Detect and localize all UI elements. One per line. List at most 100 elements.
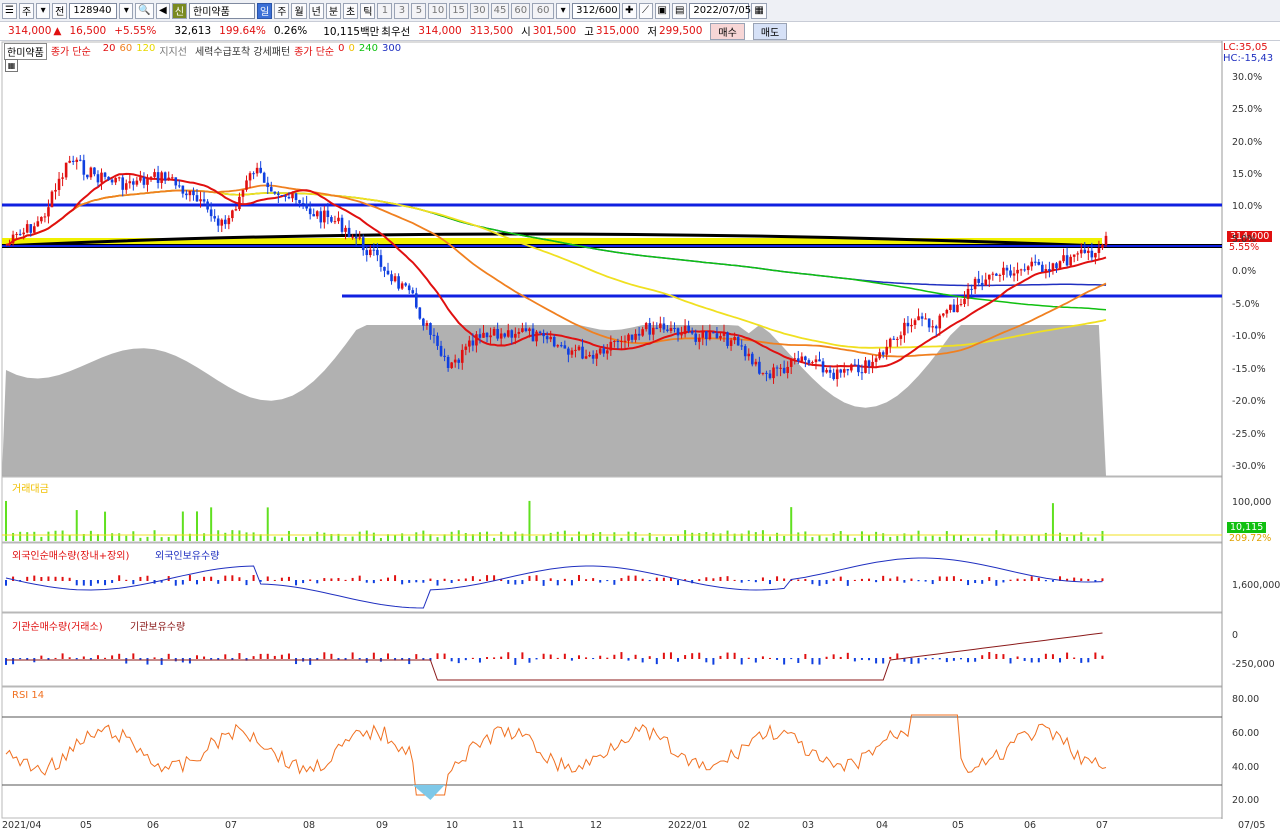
inst-bar [1030, 658, 1033, 663]
minute-30[interactable]: 30 [469, 2, 489, 19]
y-tick: 10.0% [1232, 201, 1263, 212]
candle [202, 199, 206, 202]
candle [29, 224, 33, 233]
line-tool-icon[interactable]: ⟋ [638, 2, 653, 19]
period-year[interactable]: 년 [308, 2, 324, 19]
foreign-bar [563, 578, 566, 581]
trade-amount: 10,115백만 [323, 25, 380, 38]
inst-bar [167, 653, 170, 659]
period-month[interactable]: 월 [291, 2, 307, 19]
candle [531, 328, 535, 342]
candle [1072, 254, 1076, 257]
volume-bar [89, 530, 92, 541]
table-icon[interactable]: ▦ [5, 59, 18, 72]
period-second[interactable]: 초 [343, 2, 359, 19]
period-week[interactable]: 주 [274, 2, 290, 19]
volume-bar [167, 537, 170, 541]
count-field[interactable]: 312/600 [572, 2, 621, 19]
candle [379, 255, 383, 267]
inst-bar [125, 658, 128, 664]
inst-bar [89, 658, 92, 660]
foreign-bar [585, 579, 588, 581]
minute-45[interactable]: 45 [490, 2, 510, 19]
minute-10[interactable]: 10 [428, 2, 448, 19]
market-select[interactable]: 주 [18, 2, 35, 19]
x-tick: 10 [446, 820, 459, 831]
stock-chart[interactable] [0, 41, 1280, 833]
candle [627, 334, 630, 341]
print-icon[interactable]: ▤ [671, 2, 688, 19]
foreign-bar [330, 578, 333, 581]
candle [284, 195, 287, 197]
calendar-icon[interactable]: ▦ [751, 2, 767, 19]
sound-icon[interactable]: ◀ [155, 2, 170, 19]
candle [54, 189, 57, 192]
foreign-bar [698, 579, 701, 581]
foreign-bar [917, 580, 920, 582]
chevron-down-icon[interactable]: ▾ [36, 2, 51, 19]
menu-icon[interactable]: ☰ [2, 2, 17, 19]
candle [291, 193, 294, 199]
candle [931, 326, 934, 328]
foreign-bar [846, 580, 849, 586]
legend-stock-name: 한미약품 [4, 43, 47, 60]
stock-name-field[interactable]: 한미약품 [189, 2, 256, 19]
volume-bar [839, 531, 842, 541]
candle [482, 332, 485, 338]
candle [924, 318, 927, 320]
legend-ma-label: 종가 단순 [50, 47, 91, 58]
period-minute[interactable]: 분 [325, 2, 342, 19]
foreign-bar [33, 575, 36, 581]
period-tick[interactable]: 틱 [360, 2, 376, 19]
candle [666, 329, 669, 331]
crosshair-icon[interactable]: ✚ [622, 2, 637, 19]
candle [1058, 261, 1062, 269]
foreign-bar [89, 580, 92, 586]
inst-bar [627, 658, 630, 661]
sell-button[interactable]: 매도 [752, 22, 788, 40]
volume-bar [280, 537, 283, 541]
candle [266, 182, 270, 188]
chevron-down-icon[interactable]: ▾ [119, 2, 134, 19]
minute-3[interactable]: 3 [394, 2, 410, 19]
inst-bar [358, 658, 361, 660]
foreign-bar [309, 579, 312, 581]
inst-bar [478, 658, 481, 663]
chevron-down-icon[interactable]: ▾ [556, 2, 571, 19]
volume-bar [1016, 536, 1019, 541]
volume-bar [585, 535, 588, 541]
candle [86, 174, 89, 178]
foreign-bar [68, 577, 71, 581]
volume-bar [287, 530, 290, 541]
candle [347, 227, 351, 238]
inst-bar [726, 652, 729, 659]
volume-bar [825, 537, 828, 541]
minute-1[interactable]: 1 [377, 2, 393, 19]
minute-15[interactable]: 15 [449, 2, 468, 19]
candle [871, 361, 874, 367]
code-input[interactable]: 128940 [69, 2, 118, 19]
scope-select[interactable]: 전 [52, 2, 68, 19]
volume-bar [776, 532, 779, 541]
ma240-line [5, 189, 1107, 311]
save-icon[interactable]: ▣ [654, 2, 670, 19]
foreign-bar [705, 577, 708, 581]
foreign-bar [662, 577, 665, 581]
volume-bar [1094, 537, 1097, 541]
foreign-bar [203, 576, 206, 581]
candle [499, 333, 503, 339]
inst-bar [457, 658, 460, 664]
buy-button[interactable]: 매수 [710, 22, 745, 40]
candle [223, 219, 227, 225]
minute-5[interactable]: 5 [411, 2, 427, 19]
candle [892, 338, 896, 340]
inst-bar [860, 658, 863, 660]
candle [712, 332, 715, 334]
period-day[interactable]: 일 [257, 2, 273, 19]
inst-bar [740, 658, 743, 665]
date-field[interactable]: 2022/07/05 [689, 2, 751, 19]
foreign-bar [61, 576, 64, 581]
minute-60[interactable]: 60 [511, 2, 531, 19]
search-icon[interactable]: 🔍 [135, 2, 154, 19]
minute-custom[interactable]: 60 [532, 2, 555, 19]
